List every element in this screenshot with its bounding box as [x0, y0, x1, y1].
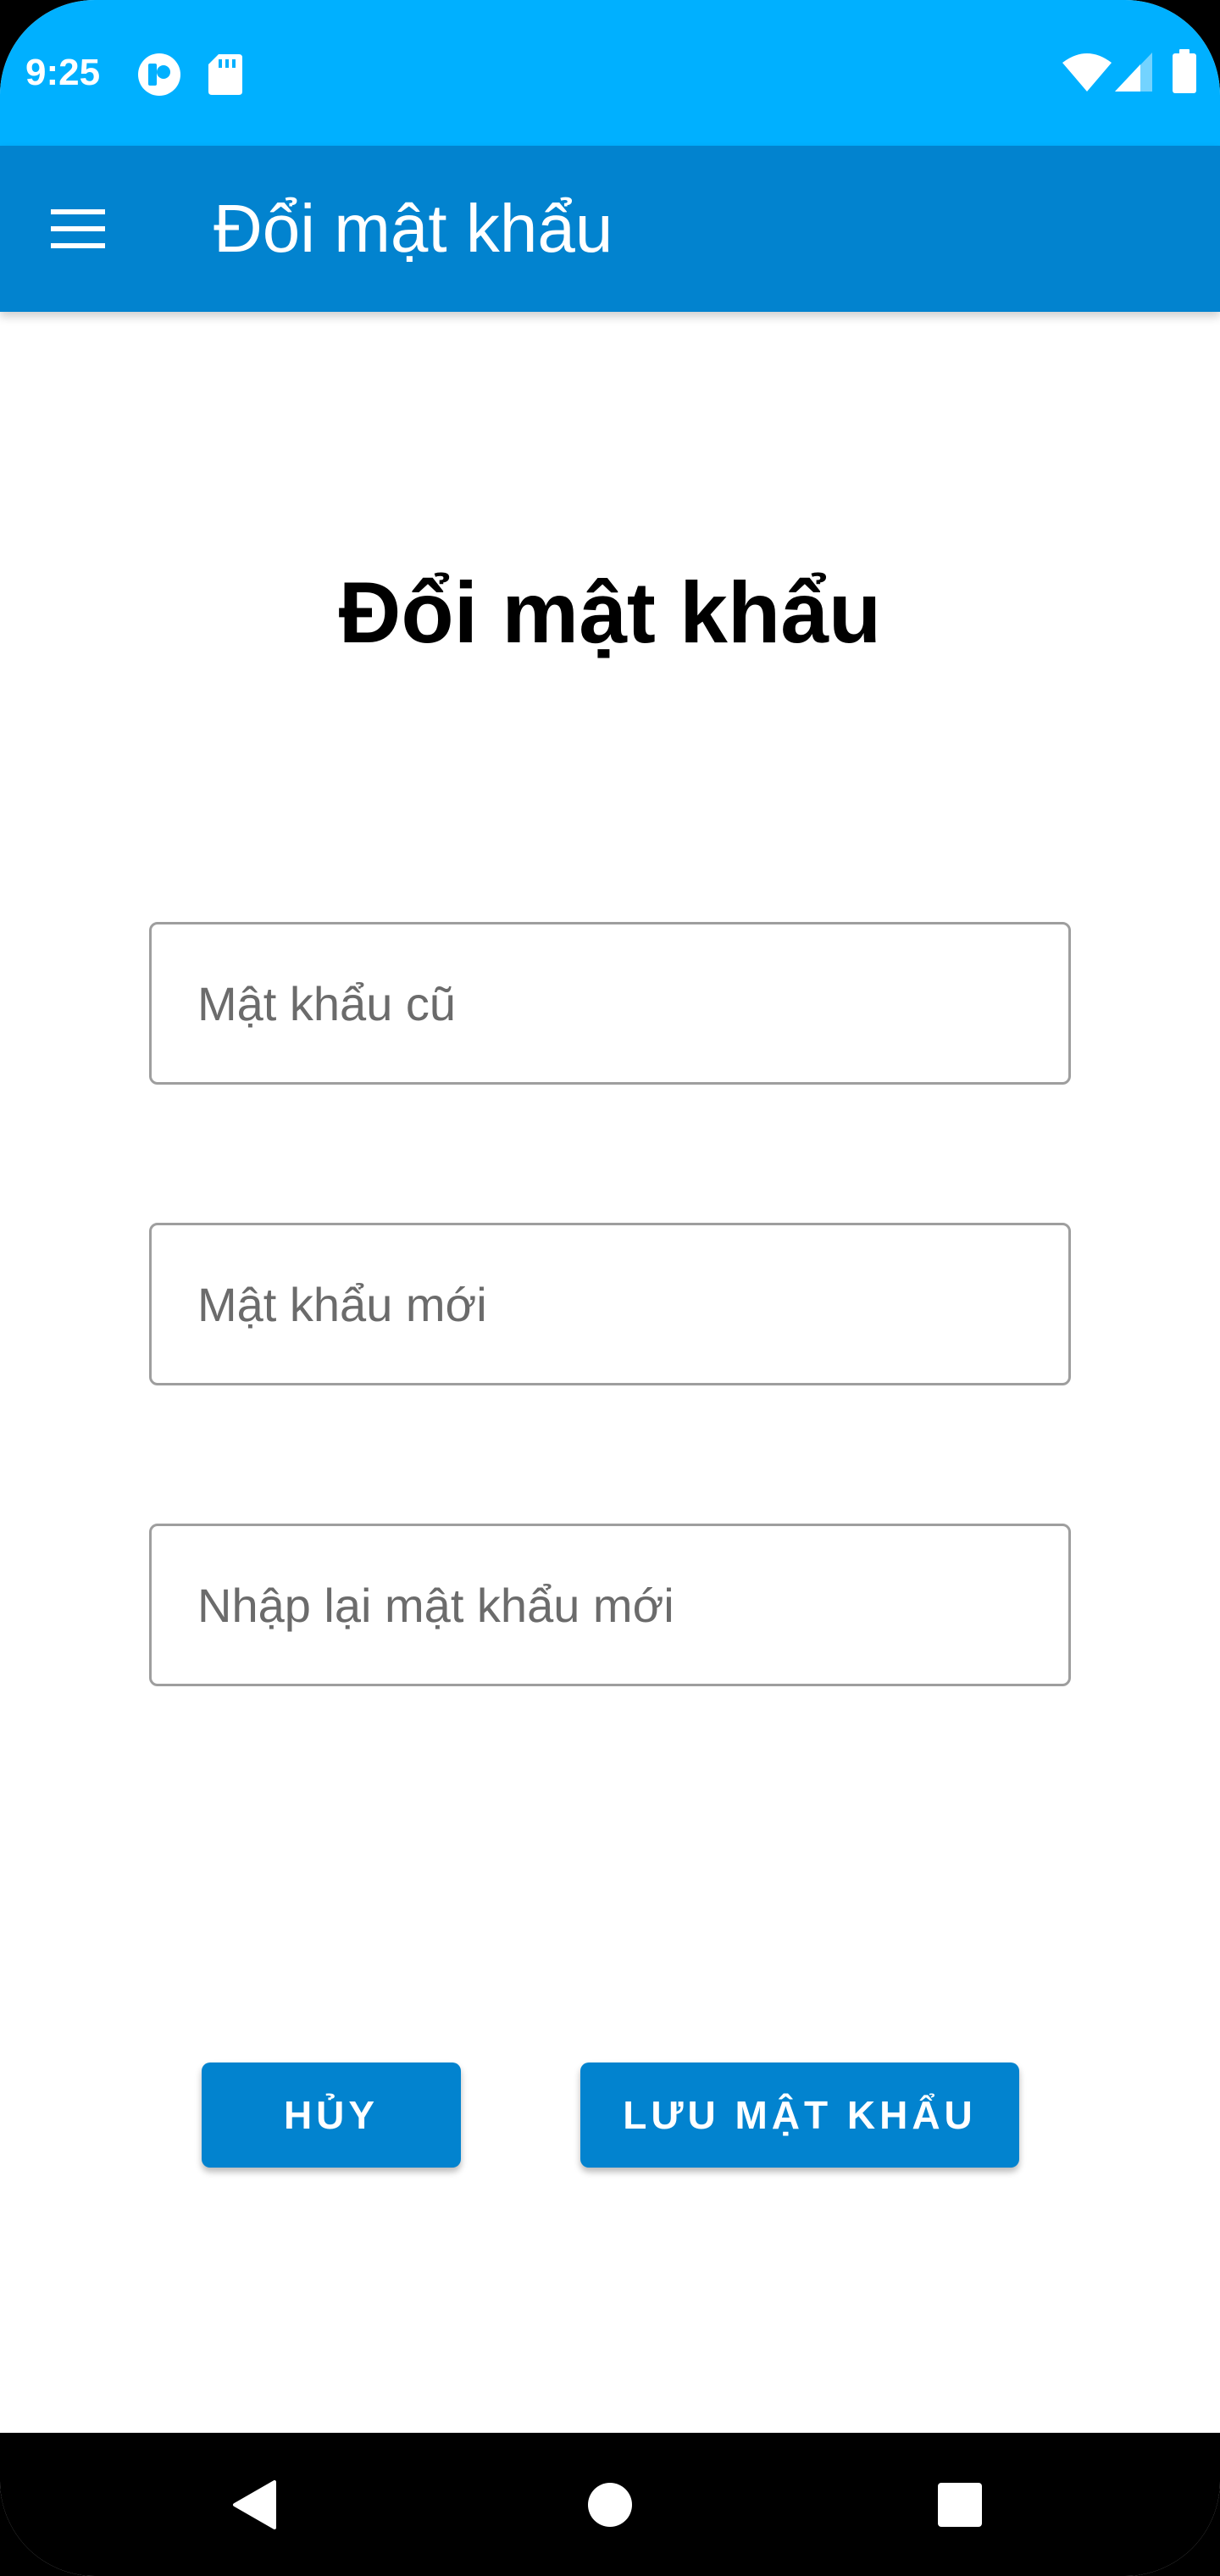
confirm-password-input[interactable] — [152, 1526, 1068, 1684]
back-icon — [233, 2479, 276, 2529]
hamburger-menu-icon — [51, 209, 105, 248]
nav-back-button[interactable] — [191, 2433, 318, 2576]
battery-icon — [1173, 49, 1196, 93]
page-title: Đổi mật khẩu — [338, 564, 882, 661]
app-bar-title: Đổi mật khẩu — [214, 191, 613, 266]
app-bar: Đổi mật khẩu — [0, 146, 1220, 312]
old-password-input[interactable] — [152, 924, 1068, 1082]
menu-button[interactable] — [37, 188, 119, 269]
confirm-password-field[interactable] — [149, 1524, 1071, 1686]
sd-card-icon — [208, 54, 242, 95]
status-bar: 9:25 — [0, 0, 1220, 146]
old-password-field[interactable] — [149, 922, 1071, 1085]
status-time: 9:25 — [25, 52, 101, 93]
new-password-field[interactable] — [149, 1223, 1071, 1385]
system-nav-bar — [0, 2433, 1220, 2576]
cancel-button[interactable]: HỦY — [202, 2062, 461, 2168]
save-password-button[interactable]: LƯU MẬT KHẨU — [580, 2062, 1019, 2168]
wifi-icon — [1062, 53, 1112, 92]
nav-home-button[interactable] — [546, 2433, 674, 2576]
recents-icon — [938, 2482, 982, 2527]
nav-recents-button[interactable] — [896, 2433, 1023, 2576]
phone-screen: 9:25 Đổi mật khẩu Đổi mật khẩu HỦY LƯU M… — [0, 0, 1220, 2576]
app-notification-icon — [138, 53, 180, 96]
home-icon — [588, 2482, 632, 2527]
new-password-input[interactable] — [152, 1225, 1068, 1383]
cellular-signal-icon — [1115, 53, 1152, 92]
